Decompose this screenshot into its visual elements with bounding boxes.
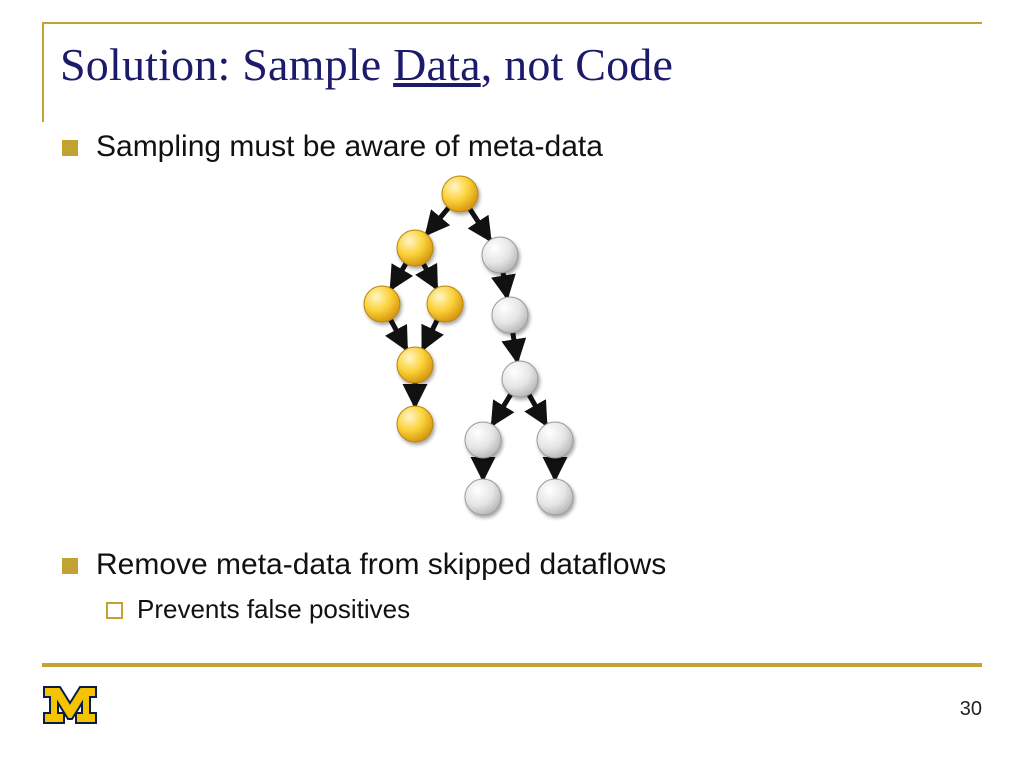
tree-edge (493, 394, 510, 423)
nodes-layer (364, 176, 573, 515)
bullet-text: Sampling must be aware of meta-data (96, 130, 603, 164)
node-yellow (442, 176, 478, 212)
node-grey (537, 422, 573, 458)
frame-line-bottom (42, 663, 982, 667)
tree-edge (428, 208, 449, 233)
bullet-square-icon (62, 558, 78, 574)
node-yellow (397, 406, 433, 442)
node-grey (492, 297, 528, 333)
bullet-text: Remove meta-data from skipped dataflows (96, 548, 666, 582)
tree-edge (470, 209, 489, 238)
tree-edge (503, 273, 507, 296)
tree-diagram (310, 172, 630, 522)
slide-title: Solution: Sample Data, not Code (60, 38, 673, 91)
tree-edge (392, 264, 406, 287)
page-number: 30 (960, 698, 982, 721)
tree-edge (513, 333, 517, 359)
bullet-hollow-icon (106, 602, 123, 619)
title-post: , not Code (481, 39, 673, 90)
node-grey (537, 479, 573, 515)
bullet-level2: Prevents false positives (106, 594, 410, 625)
node-grey (502, 361, 538, 397)
umich-logo (42, 685, 98, 725)
node-yellow (364, 286, 400, 322)
tree-edge (529, 395, 545, 423)
bullet-level1: Sampling must be aware of meta-data (62, 130, 603, 164)
node-grey (465, 422, 501, 458)
frame-line-left (42, 22, 44, 122)
bullet-text: Prevents false positives (137, 594, 410, 625)
frame-line-top (42, 22, 982, 24)
node-yellow (397, 347, 433, 383)
node-yellow (427, 286, 463, 322)
bullet-level1: Remove meta-data from skipped dataflows (62, 548, 666, 582)
title-pre: Solution: Sample (60, 39, 393, 90)
node-grey (482, 237, 518, 273)
tree-edge (424, 320, 437, 347)
tree-edge (424, 264, 436, 287)
node-yellow (397, 230, 433, 266)
title-underlined: Data (393, 39, 481, 90)
tree-edge (391, 320, 406, 348)
bullet-square-icon (62, 140, 78, 156)
node-grey (465, 479, 501, 515)
